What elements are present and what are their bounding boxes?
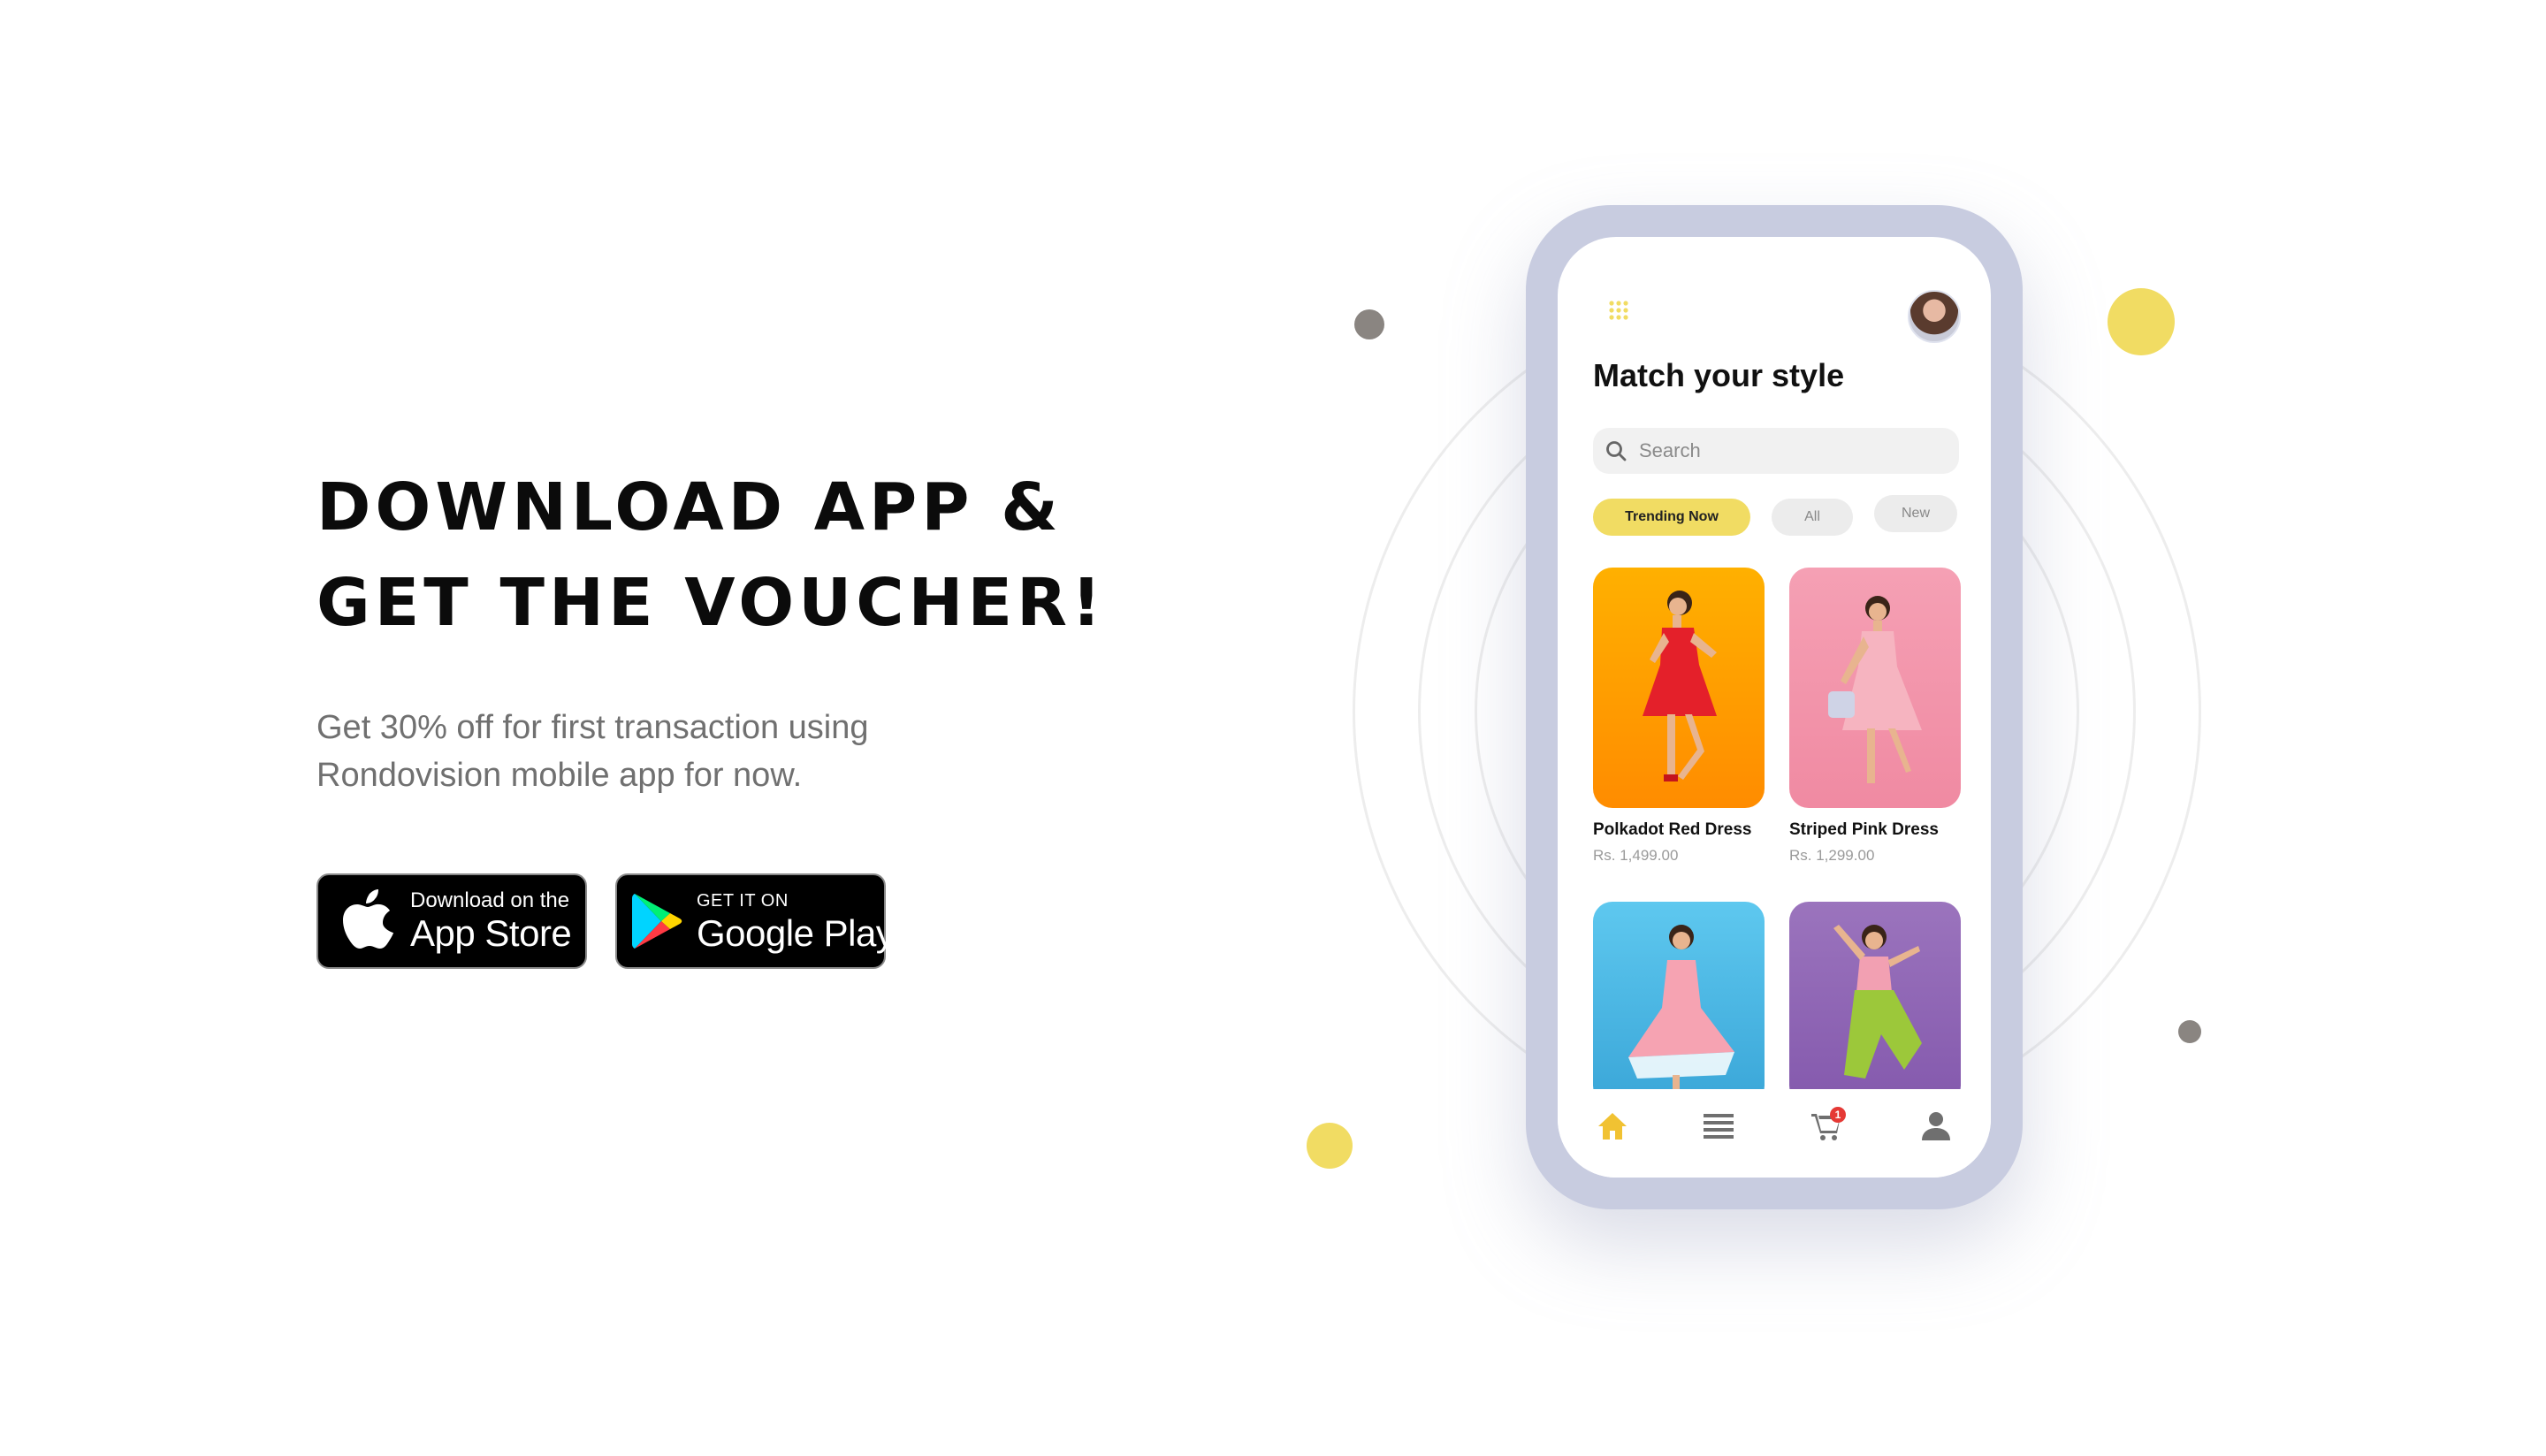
promo-headline: DOWNLOAD APP & GET THE VOUCHER! <box>316 460 1112 651</box>
decor-dot-gray-top <box>1354 309 1384 339</box>
product-image-striped-pink-dress[interactable] <box>1789 568 1961 808</box>
avatar[interactable] <box>1908 290 1961 343</box>
google-play-button[interactable]: GET IT ON Google Play <box>615 873 895 969</box>
app-store-button[interactable]: Download on the App Store <box>316 873 587 969</box>
app-store-big-label: App Store <box>410 912 572 954</box>
app-title: Match your style <box>1593 357 1844 394</box>
bottom-nav: 1 <box>1558 1089 1991 1178</box>
decor-dot-gray-right <box>2178 1020 2201 1043</box>
google-play-small-label: GET IT ON <box>697 891 789 911</box>
cart-icon[interactable]: 1 <box>1805 1105 1848 1147</box>
filter-chip-all[interactable]: All <box>1772 499 1853 536</box>
product-name-2: Striped Pink Dress <box>1789 820 1939 839</box>
menu-icon[interactable] <box>1697 1105 1740 1147</box>
decor-dot-yellow-bottom <box>1307 1123 1353 1169</box>
google-play-icon <box>617 892 697 950</box>
decor-dot-yellow-top <box>2108 288 2175 355</box>
product-image-4[interactable] <box>1789 902 1961 1105</box>
home-icon[interactable] <box>1591 1105 1634 1147</box>
cart-badge: 1 <box>1830 1107 1846 1123</box>
phone-mockup: Match your style Search Trending Now All… <box>1526 205 2023 1209</box>
product-price-2: Rs. 1,299.00 <box>1789 847 1875 864</box>
subtext-line-1: Get 30% off for first transaction using <box>316 709 869 746</box>
app-title-highlight: style <box>1772 357 1845 393</box>
promo-subtext: Get 30% off for first transaction using … <box>316 704 988 799</box>
profile-icon[interactable] <box>1915 1105 1957 1147</box>
product-image-3[interactable] <box>1593 902 1765 1105</box>
app-store-small-label: Download on the <box>410 888 570 912</box>
product-price-1: Rs. 1,499.00 <box>1593 847 1679 864</box>
filter-chip-new[interactable]: New <box>1874 495 1957 532</box>
headline-line-1: DOWNLOAD APP & <box>316 469 1063 545</box>
product-name-1: Polkadot Red Dress <box>1593 820 1752 839</box>
app-title-prefix: Match your <box>1593 357 1772 393</box>
filter-chip-trending[interactable]: Trending Now <box>1593 499 1750 536</box>
search-placeholder: Search <box>1639 439 1701 461</box>
apple-icon <box>318 887 410 956</box>
product-image-polkadot-red-dress[interactable] <box>1593 568 1765 808</box>
search-icon <box>1593 439 1639 462</box>
subtext-line-2: Rondovision mobile app for now. <box>316 757 803 794</box>
search-input[interactable]: Search <box>1593 428 1959 474</box>
grid-menu-icon[interactable] <box>1609 301 1628 320</box>
app-screen: Match your style Search Trending Now All… <box>1558 237 1991 1178</box>
headline-line-2: GET THE VOUCHER! <box>316 565 1106 641</box>
google-play-big-label: Google Play <box>697 912 895 954</box>
